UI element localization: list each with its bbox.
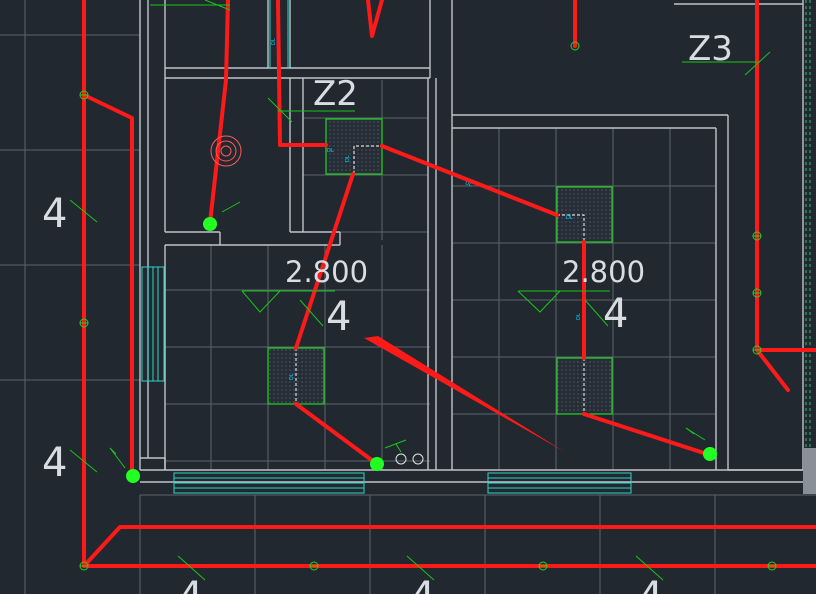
area-label-west-top: 4 <box>42 191 67 237</box>
area-label-west-bottom: 4 <box>42 440 67 486</box>
svg-text:DL: DL <box>576 313 582 320</box>
area-label-south-3: 4 <box>638 574 663 594</box>
outlet-node <box>126 469 140 483</box>
area-label-south-2: 4 <box>410 574 435 594</box>
svg-text:DL: DL <box>271 38 277 45</box>
zone-label-z2: Z2 <box>313 74 358 114</box>
column-right <box>803 448 816 494</box>
area-label-south-1: 4 <box>178 574 203 594</box>
outlet-node <box>203 217 217 231</box>
svg-text:DL: DL <box>566 215 573 221</box>
background <box>0 0 816 594</box>
svg-text:DL: DL <box>345 155 351 162</box>
area-label-right-room: 4 <box>603 291 628 337</box>
outlet-node <box>370 457 384 471</box>
outlet-node <box>703 447 717 461</box>
elevation-right: 2.800 <box>562 255 645 289</box>
svg-text:DL: DL <box>327 148 334 154</box>
elevation-left: 2.800 <box>285 255 368 289</box>
area-label-left-room: 4 <box>326 294 351 340</box>
svg-text:DL: DL <box>289 373 295 380</box>
cad-floor-plan: DL DL DL DL DL DL DL Z2 Z3 2.800 2.800 4… <box>0 0 816 594</box>
zone-label-z3: Z3 <box>688 29 733 69</box>
